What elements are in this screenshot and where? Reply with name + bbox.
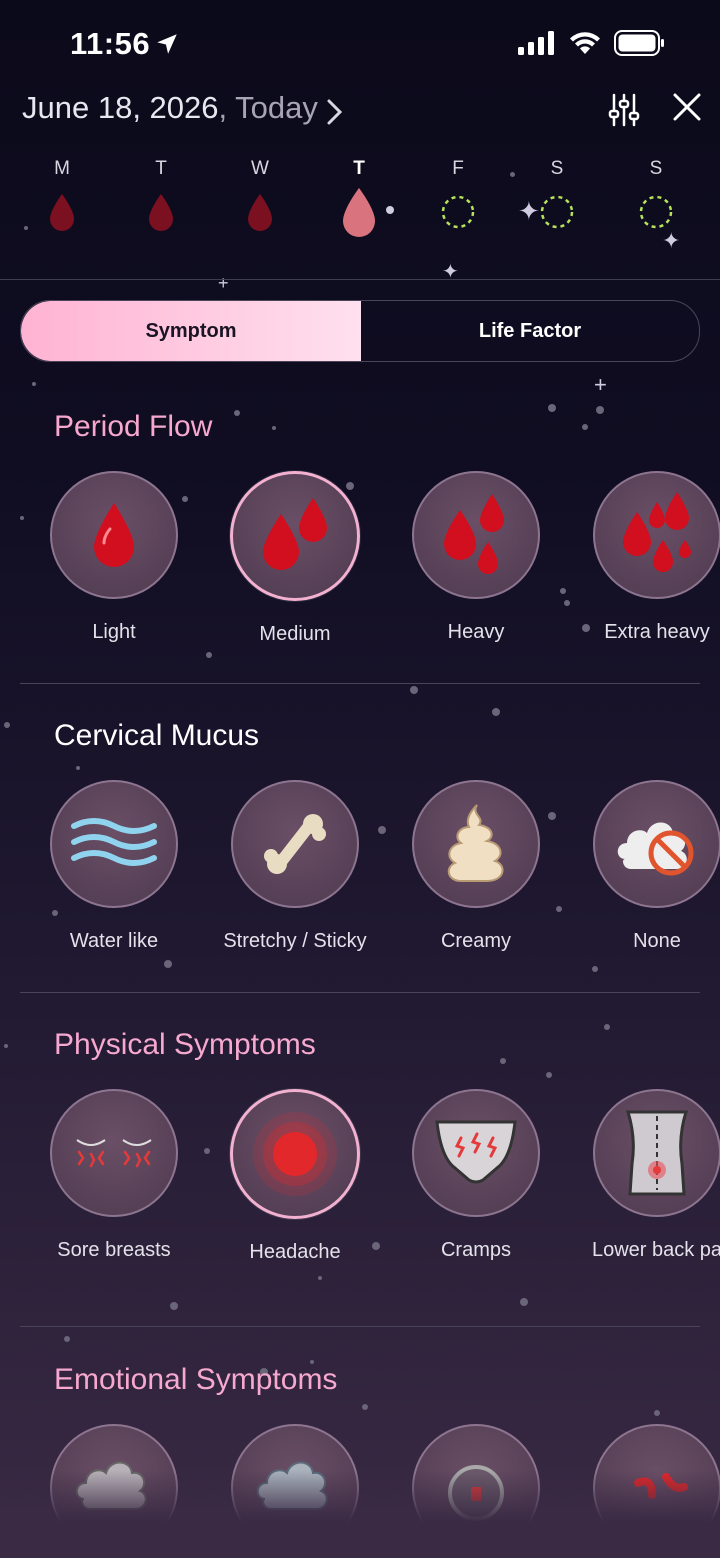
day-letter: M (54, 158, 70, 179)
option-circle (50, 471, 178, 599)
tab-life-factor[interactable]: Life Factor (361, 301, 699, 361)
option-circle (230, 1089, 360, 1219)
period-drop-icon (248, 194, 272, 231)
day-thursday-today[interactable]: T (329, 158, 389, 240)
stretchy-bone-icon (264, 814, 326, 874)
option-creamy[interactable]: Creamy (391, 780, 561, 953)
section-divider (20, 1326, 700, 1327)
week-strip: M T W T F S S (0, 158, 720, 250)
option-label: Heavy (447, 621, 505, 643)
day-letter: S (550, 158, 564, 179)
period-drop-icon (149, 194, 173, 231)
two-drops-icon (263, 498, 327, 570)
day-letter: F (452, 158, 464, 179)
option-cramps[interactable]: Cramps (391, 1089, 561, 1262)
option-circle (593, 471, 720, 599)
option-label: Cramps (440, 1239, 511, 1261)
day-monday[interactable]: M (32, 158, 92, 240)
option-light[interactable]: Light (29, 471, 199, 644)
location-arrow-icon (157, 34, 177, 54)
section-title-period-flow: Period Flow (54, 410, 213, 443)
period-drop-icon (50, 194, 74, 231)
option-heavy[interactable]: Heavy (391, 471, 561, 644)
option-circle (593, 780, 720, 908)
predicted-ring-icon (639, 195, 673, 229)
date-today-label: , Today (218, 90, 318, 125)
option-label: Headache (249, 1241, 341, 1263)
option-water-like[interactable]: Water like (29, 780, 199, 953)
option-lower-back-pain[interactable]: Lower back pa (572, 1089, 720, 1262)
option-label: None (633, 930, 681, 952)
day-friday[interactable]: F (428, 158, 488, 240)
day-tuesday[interactable]: T (131, 158, 191, 240)
option-circle (412, 1089, 540, 1217)
bottom-fade (0, 1470, 720, 1558)
status-time: 11:56 (70, 26, 151, 61)
day-saturday[interactable]: S (527, 158, 587, 240)
tab-symptom[interactable]: Symptom (21, 301, 361, 361)
header-divider (0, 279, 720, 280)
option-none[interactable]: None (572, 780, 720, 953)
option-label: Light (92, 621, 136, 643)
day-letter: W (251, 158, 269, 179)
water-waves-icon (71, 818, 157, 866)
section-title-emotional-symptoms: Emotional Symptoms (54, 1363, 338, 1396)
headache-icon (253, 1112, 337, 1196)
date-title[interactable]: June 18, 2026, Today (22, 90, 318, 126)
battery-icon (614, 30, 664, 56)
single-drop-icon (94, 503, 134, 567)
option-label: Extra heavy (604, 621, 710, 643)
option-sore-breasts[interactable]: Sore breasts (29, 1089, 199, 1262)
option-medium[interactable]: Medium (210, 471, 380, 646)
section-divider (20, 683, 700, 684)
option-extra-heavy[interactable]: Extra heavy (572, 471, 720, 644)
option-label: Stretchy / Sticky (223, 930, 367, 952)
day-sunday[interactable]: S (626, 158, 686, 240)
option-circle (412, 471, 540, 599)
option-circle (50, 780, 178, 908)
day-wednesday[interactable]: W (230, 158, 290, 240)
close-icon[interactable] (672, 92, 702, 122)
wifi-icon (570, 32, 600, 54)
section-title-cervical-mucus: Cervical Mucus (54, 719, 260, 752)
option-label: Medium (259, 623, 331, 645)
date-value: June 18, 2026 (22, 90, 219, 125)
cramps-icon (435, 1120, 517, 1184)
option-circle (412, 780, 540, 908)
period-drop-icon (343, 188, 375, 237)
option-circle (50, 1089, 178, 1217)
option-label: Water like (69, 930, 159, 952)
option-label: Creamy (440, 930, 511, 952)
sliders-icon[interactable] (608, 92, 640, 128)
three-drops-icon (444, 494, 504, 574)
sore-breasts-icon (76, 1139, 152, 1168)
option-stretchy-sticky[interactable]: Stretchy / Sticky (210, 780, 380, 953)
cream-swirl-icon (447, 804, 504, 882)
lower-back-icon (625, 1110, 689, 1196)
option-label: Sore breasts (57, 1239, 171, 1261)
option-circle (593, 1089, 720, 1217)
section-title-physical-symptoms: Physical Symptoms (54, 1028, 316, 1061)
option-circle (231, 780, 359, 908)
predicted-ring-icon (441, 195, 475, 229)
day-letter: T (353, 158, 365, 179)
chevron-right-icon[interactable] (326, 98, 344, 126)
predicted-ring-icon (540, 195, 574, 229)
section-divider (20, 992, 700, 993)
option-label: Lower back pa (591, 1239, 720, 1261)
option-headache[interactable]: Headache (210, 1089, 380, 1264)
day-letter: T (155, 158, 167, 179)
many-drops-icon (623, 492, 691, 572)
symptom-lifefactor-toggle: Symptom Life Factor (20, 300, 700, 362)
option-circle (230, 471, 360, 601)
day-letter: S (649, 158, 663, 179)
signal-icon (518, 31, 554, 55)
date-header: June 18, 2026, Today (0, 90, 720, 136)
status-bar: 11:56 (0, 0, 720, 86)
no-cloud-icon (617, 822, 694, 876)
